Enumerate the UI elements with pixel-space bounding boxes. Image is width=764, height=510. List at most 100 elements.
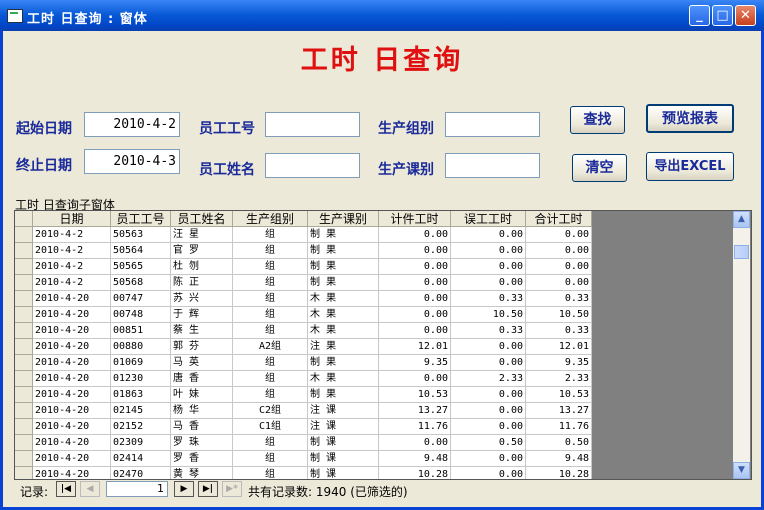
table-cell[interactable]: 0.00 bbox=[451, 259, 526, 275]
table-cell[interactable]: 组 bbox=[233, 467, 308, 479]
table-cell[interactable]: 0.00 bbox=[379, 435, 451, 451]
table-cell[interactable]: 2010-4-20 bbox=[33, 291, 111, 307]
table-cell[interactable]: 制 果 bbox=[308, 275, 379, 291]
table-cell[interactable]: 00880 bbox=[111, 339, 171, 355]
table-cell[interactable]: 0.50 bbox=[526, 435, 592, 451]
table-cell[interactable]: 马 香 bbox=[171, 419, 233, 435]
table-row[interactable]: 2010-4-2 50568 陈 正组制 果 0.00 0.00 0.00 bbox=[15, 275, 592, 291]
table-cell[interactable]: 0.00 bbox=[379, 323, 451, 339]
close-button[interactable]: ✕ bbox=[735, 5, 756, 26]
table-cell[interactable]: 汪 星 bbox=[171, 227, 233, 243]
table-cell[interactable]: 2010-4-2 bbox=[33, 259, 111, 275]
table-cell[interactable]: 0.00 bbox=[451, 243, 526, 259]
column-header[interactable]: 生产组别 bbox=[233, 211, 308, 227]
employee-name-field[interactable] bbox=[265, 153, 360, 178]
table-cell[interactable]: 2.33 bbox=[526, 371, 592, 387]
table-cell[interactable]: 0.33 bbox=[526, 323, 592, 339]
table-cell[interactable]: 组 bbox=[233, 435, 308, 451]
table-cell[interactable]: C2组 bbox=[233, 403, 308, 419]
record-selector[interactable] bbox=[15, 355, 33, 371]
table-cell[interactable]: 组 bbox=[233, 275, 308, 291]
table-cell[interactable]: 2010-4-20 bbox=[33, 323, 111, 339]
table-cell[interactable]: 0.33 bbox=[451, 291, 526, 307]
table-cell[interactable]: 2010-4-20 bbox=[33, 355, 111, 371]
first-record-icon[interactable]: |◀ bbox=[56, 481, 76, 497]
maximize-button[interactable]: □ bbox=[712, 5, 733, 26]
table-cell[interactable]: 官 罗 bbox=[171, 243, 233, 259]
table-cell[interactable]: 01069 bbox=[111, 355, 171, 371]
table-cell[interactable]: 2010-4-2 bbox=[33, 243, 111, 259]
table-cell[interactable]: 0.00 bbox=[526, 259, 592, 275]
table-cell[interactable]: 组 bbox=[233, 371, 308, 387]
table-cell[interactable]: 制 果 bbox=[308, 387, 379, 403]
table-cell[interactable]: 50564 bbox=[111, 243, 171, 259]
record-selector[interactable] bbox=[15, 339, 33, 355]
table-cell[interactable]: 注 课 bbox=[308, 419, 379, 435]
search-button[interactable]: 查找 bbox=[570, 106, 625, 134]
table-cell[interactable]: 组 bbox=[233, 323, 308, 339]
column-header[interactable]: 误工工时 bbox=[451, 211, 526, 227]
table-cell[interactable]: 10.50 bbox=[451, 307, 526, 323]
column-header[interactable]: 计件工时 bbox=[379, 211, 451, 227]
table-cell[interactable]: 02470 bbox=[111, 467, 171, 479]
table-cell[interactable]: 组 bbox=[233, 227, 308, 243]
column-header[interactable]: 生产课别 bbox=[308, 211, 379, 227]
table-cell[interactable]: 罗 珠 bbox=[171, 435, 233, 451]
table-cell[interactable]: 0.00 bbox=[451, 227, 526, 243]
table-cell[interactable]: 0.00 bbox=[379, 291, 451, 307]
table-cell[interactable]: 杜 刎 bbox=[171, 259, 233, 275]
record-selector[interactable] bbox=[15, 419, 33, 435]
table-cell[interactable]: 于 辉 bbox=[171, 307, 233, 323]
table-cell[interactable]: 木 果 bbox=[308, 323, 379, 339]
table-cell[interactable]: 罗 香 bbox=[171, 451, 233, 467]
table-cell[interactable]: C1组 bbox=[233, 419, 308, 435]
minimize-button[interactable]: _ bbox=[689, 5, 710, 26]
table-row[interactable]: 2010-4-20 01069 马 英组制 果 9.35 0.00 9.35 bbox=[15, 355, 592, 371]
column-header[interactable]: 日期 bbox=[33, 211, 111, 227]
table-row[interactable]: 2010-4-20 02414 罗 香组制 课 9.48 0.00 9.48 bbox=[15, 451, 592, 467]
table-cell[interactable]: 0.00 bbox=[451, 275, 526, 291]
table-cell[interactable]: 00748 bbox=[111, 307, 171, 323]
table-cell[interactable]: 组 bbox=[233, 307, 308, 323]
end-date-field[interactable]: 2010-4-3 bbox=[84, 149, 180, 174]
table-cell[interactable]: 组 bbox=[233, 291, 308, 307]
table-cell[interactable]: 50563 bbox=[111, 227, 171, 243]
table-cell[interactable]: 组 bbox=[233, 451, 308, 467]
record-selector[interactable] bbox=[15, 467, 33, 479]
table-cell[interactable]: 0.00 bbox=[526, 243, 592, 259]
table-cell[interactable]: 制 课 bbox=[308, 467, 379, 479]
table-cell[interactable]: 9.35 bbox=[379, 355, 451, 371]
table-cell[interactable]: 11.76 bbox=[379, 419, 451, 435]
table-cell[interactable]: 13.27 bbox=[526, 403, 592, 419]
table-cell[interactable]: 0.50 bbox=[451, 435, 526, 451]
table-cell[interactable]: 11.76 bbox=[526, 419, 592, 435]
table-cell[interactable]: 2010-4-20 bbox=[33, 387, 111, 403]
scroll-thumb[interactable] bbox=[734, 245, 749, 259]
table-cell[interactable]: 2010-4-20 bbox=[33, 339, 111, 355]
table-cell[interactable]: 2010-4-20 bbox=[33, 419, 111, 435]
table-row[interactable]: 2010-4-2 50564 官 罗组制 果 0.00 0.00 0.00 bbox=[15, 243, 592, 259]
last-record-icon[interactable]: ▶| bbox=[198, 481, 218, 497]
record-selector[interactable] bbox=[15, 291, 33, 307]
table-cell[interactable]: 马 英 bbox=[171, 355, 233, 371]
column-header[interactable]: 员工工号 bbox=[111, 211, 171, 227]
production-section-field[interactable] bbox=[445, 153, 540, 178]
table-cell[interactable]: 注 果 bbox=[308, 339, 379, 355]
table-cell[interactable]: 00851 bbox=[111, 323, 171, 339]
table-cell[interactable]: 2010-4-2 bbox=[33, 275, 111, 291]
clear-button[interactable]: 清空 bbox=[572, 154, 627, 182]
table-row[interactable]: 2010-4-20 00747 苏 兴组木 果 0.00 0.33 0.33 bbox=[15, 291, 592, 307]
table-cell[interactable]: 注 课 bbox=[308, 403, 379, 419]
table-cell[interactable]: 01230 bbox=[111, 371, 171, 387]
table-cell[interactable]: 02152 bbox=[111, 419, 171, 435]
table-cell[interactable]: 2010-4-20 bbox=[33, 467, 111, 479]
table-cell[interactable]: 0.00 bbox=[451, 403, 526, 419]
table-cell[interactable]: 制 果 bbox=[308, 227, 379, 243]
table-cell[interactable]: 10.28 bbox=[379, 467, 451, 479]
table-cell[interactable]: 0.00 bbox=[526, 275, 592, 291]
table-cell[interactable]: 0.00 bbox=[379, 275, 451, 291]
table-cell[interactable]: 组 bbox=[233, 259, 308, 275]
table-cell[interactable]: 02414 bbox=[111, 451, 171, 467]
table-cell[interactable]: 9.48 bbox=[379, 451, 451, 467]
table-cell[interactable]: 组 bbox=[233, 355, 308, 371]
